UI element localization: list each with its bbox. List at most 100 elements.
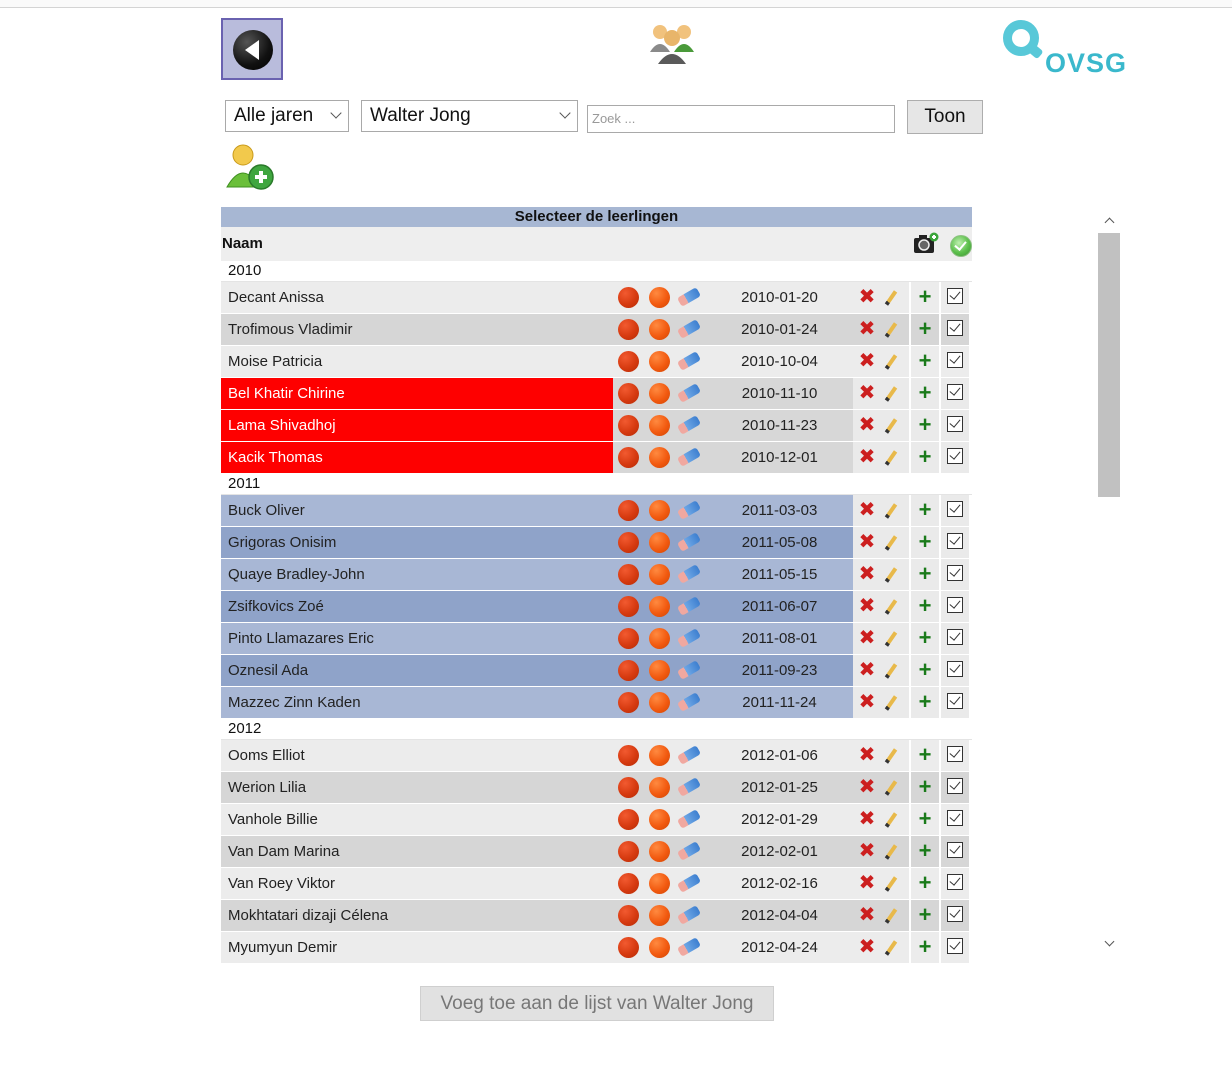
status-dot-orange-icon[interactable] [649,596,670,617]
select-checkbox[interactable] [941,282,969,313]
status-dot-icon[interactable] [618,937,639,958]
add-plus-icon[interactable]: + [911,772,939,803]
status-dot-orange-icon[interactable] [649,383,670,404]
edit-pencil-icon[interactable] [881,900,909,931]
delete-icon[interactable]: ✖ [853,378,881,409]
select-checkbox[interactable] [941,836,969,867]
edit-pencil-icon[interactable] [881,804,909,835]
status-dot-icon[interactable] [618,319,639,340]
select-checkbox[interactable] [941,772,969,803]
select-checkbox[interactable] [941,495,969,526]
status-dot-orange-icon[interactable] [649,287,670,308]
eraser-icon[interactable] [673,836,702,867]
add-plus-icon[interactable]: + [911,559,939,590]
select-checkbox[interactable] [941,314,969,345]
eraser-icon[interactable] [673,346,702,377]
student-name[interactable]: Kacik Thomas [221,442,613,473]
edit-pencil-icon[interactable] [881,559,909,590]
status-dot-icon[interactable] [618,596,639,617]
student-name[interactable]: Mazzec Zinn Kaden [221,687,613,718]
status-dot-orange-icon[interactable] [649,841,670,862]
delete-icon[interactable]: ✖ [853,868,881,899]
delete-icon[interactable]: ✖ [853,346,881,377]
student-name[interactable]: Lama Shivadhoj [221,410,613,441]
year-select[interactable]: Alle jaren [225,100,349,132]
eraser-icon[interactable] [673,559,702,590]
scroll-up-arrow[interactable] [1098,207,1120,233]
add-plus-icon[interactable]: + [911,591,939,622]
add-plus-icon[interactable]: + [911,740,939,771]
add-plus-icon[interactable]: + [911,442,939,473]
status-dot-icon[interactable] [618,841,639,862]
edit-pencil-icon[interactable] [881,687,909,718]
delete-icon[interactable]: ✖ [853,591,881,622]
eraser-icon[interactable] [673,282,702,313]
add-plus-icon[interactable]: + [911,687,939,718]
eraser-icon[interactable] [673,314,702,345]
status-dot-icon[interactable] [618,383,639,404]
status-dot-orange-icon[interactable] [649,564,670,585]
edit-pencil-icon[interactable] [881,527,909,558]
delete-icon[interactable]: ✖ [853,314,881,345]
add-plus-icon[interactable]: + [911,314,939,345]
add-student-icon[interactable] [225,143,279,193]
delete-icon[interactable]: ✖ [853,836,881,867]
add-plus-icon[interactable]: + [911,655,939,686]
status-dot-icon[interactable] [618,351,639,372]
student-name[interactable]: Moise Patricia [221,346,613,377]
status-dot-orange-icon[interactable] [649,351,670,372]
status-dot-orange-icon[interactable] [649,447,670,468]
select-checkbox[interactable] [941,868,969,899]
status-dot-icon[interactable] [618,564,639,585]
scrollbar-thumb[interactable] [1098,233,1120,497]
edit-pencil-icon[interactable] [881,772,909,803]
status-dot-icon[interactable] [618,873,639,894]
status-dot-orange-icon[interactable] [649,873,670,894]
select-checkbox[interactable] [941,346,969,377]
student-name[interactable]: Pinto Llamazares Eric [221,623,613,654]
delete-icon[interactable]: ✖ [853,410,881,441]
status-dot-orange-icon[interactable] [649,809,670,830]
scroll-down-arrow[interactable] [1098,932,1120,958]
edit-pencil-icon[interactable] [881,410,909,441]
status-dot-icon[interactable] [618,415,639,436]
edit-pencil-icon[interactable] [881,442,909,473]
edit-pencil-icon[interactable] [881,314,909,345]
status-dot-icon[interactable] [618,660,639,681]
delete-icon[interactable]: ✖ [853,740,881,771]
student-name[interactable]: Oznesil Ada [221,655,613,686]
status-dot-icon[interactable] [618,500,639,521]
add-plus-icon[interactable]: + [911,836,939,867]
edit-pencil-icon[interactable] [881,655,909,686]
eraser-icon[interactable] [673,772,702,803]
status-dot-icon[interactable] [618,809,639,830]
add-plus-icon[interactable]: + [911,495,939,526]
edit-pencil-icon[interactable] [881,346,909,377]
eraser-icon[interactable] [673,900,702,931]
status-dot-icon[interactable] [618,628,639,649]
teacher-select[interactable]: Walter Jong [361,100,578,132]
status-dot-icon[interactable] [618,532,639,553]
status-dot-orange-icon[interactable] [649,937,670,958]
delete-icon[interactable]: ✖ [853,442,881,473]
eraser-icon[interactable] [673,442,702,473]
select-checkbox[interactable] [941,623,969,654]
student-name[interactable]: Quaye Bradley-John [221,559,613,590]
status-dot-icon[interactable] [618,905,639,926]
student-name[interactable]: Van Roey Viktor [221,868,613,899]
group-people-icon[interactable] [646,22,698,68]
select-checkbox[interactable] [941,527,969,558]
status-dot-orange-icon[interactable] [649,905,670,926]
add-plus-icon[interactable]: + [911,527,939,558]
delete-icon[interactable]: ✖ [853,527,881,558]
status-dot-icon[interactable] [618,745,639,766]
student-name[interactable]: Vanhole Billie [221,804,613,835]
show-button[interactable]: Toon [907,100,983,134]
add-plus-icon[interactable]: + [911,623,939,654]
delete-icon[interactable]: ✖ [853,559,881,590]
student-name[interactable]: Buck Oliver [221,495,613,526]
eraser-icon[interactable] [673,804,702,835]
add-plus-icon[interactable]: + [911,346,939,377]
select-checkbox[interactable] [941,591,969,622]
edit-pencil-icon[interactable] [881,868,909,899]
